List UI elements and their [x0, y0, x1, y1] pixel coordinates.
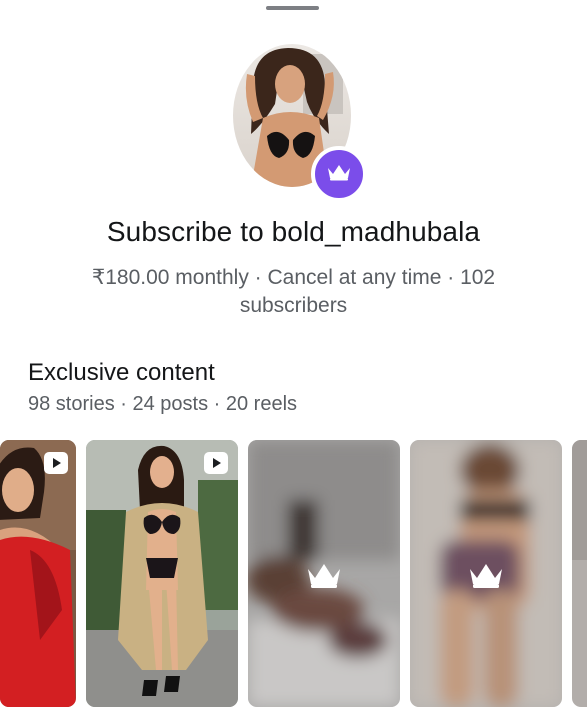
- content-thumbnail[interactable]: [86, 440, 238, 707]
- play-icon: [210, 457, 222, 469]
- exclusive-content-counts: 98 stories · 24 posts · 20 reels: [28, 393, 298, 415]
- crown-icon: [326, 162, 352, 187]
- subscriber-badge: [311, 146, 367, 202]
- reel-icon: [204, 452, 228, 474]
- locked-content-thumbnail[interactable]: [572, 440, 587, 707]
- profile-avatar-container: [233, 44, 367, 202]
- crown-icon: [466, 559, 506, 591]
- locked-content-thumbnail[interactable]: [248, 440, 400, 707]
- crown-icon: [304, 559, 344, 591]
- content-thumbnail[interactable]: [0, 440, 76, 707]
- drag-handle[interactable]: [266, 6, 319, 10]
- reel-icon: [44, 452, 68, 474]
- play-icon: [50, 457, 62, 469]
- subscription-price-line: ₹180.00 monthly · Cancel at any time · 1…: [91, 266, 496, 289]
- exclusive-content-heading: Exclusive content: [28, 359, 215, 386]
- locked-content-thumbnail[interactable]: [410, 440, 562, 707]
- subscription-details: ₹180.00 monthly · Cancel at any time · 1…: [60, 264, 527, 320]
- subscriber-count-line: subscribers: [239, 294, 348, 317]
- subscribe-title: Subscribe to bold_madhubala: [106, 216, 481, 247]
- subscribe-sheet: Subscribe to bold_madhubala ₹180.00 mont…: [0, 0, 587, 710]
